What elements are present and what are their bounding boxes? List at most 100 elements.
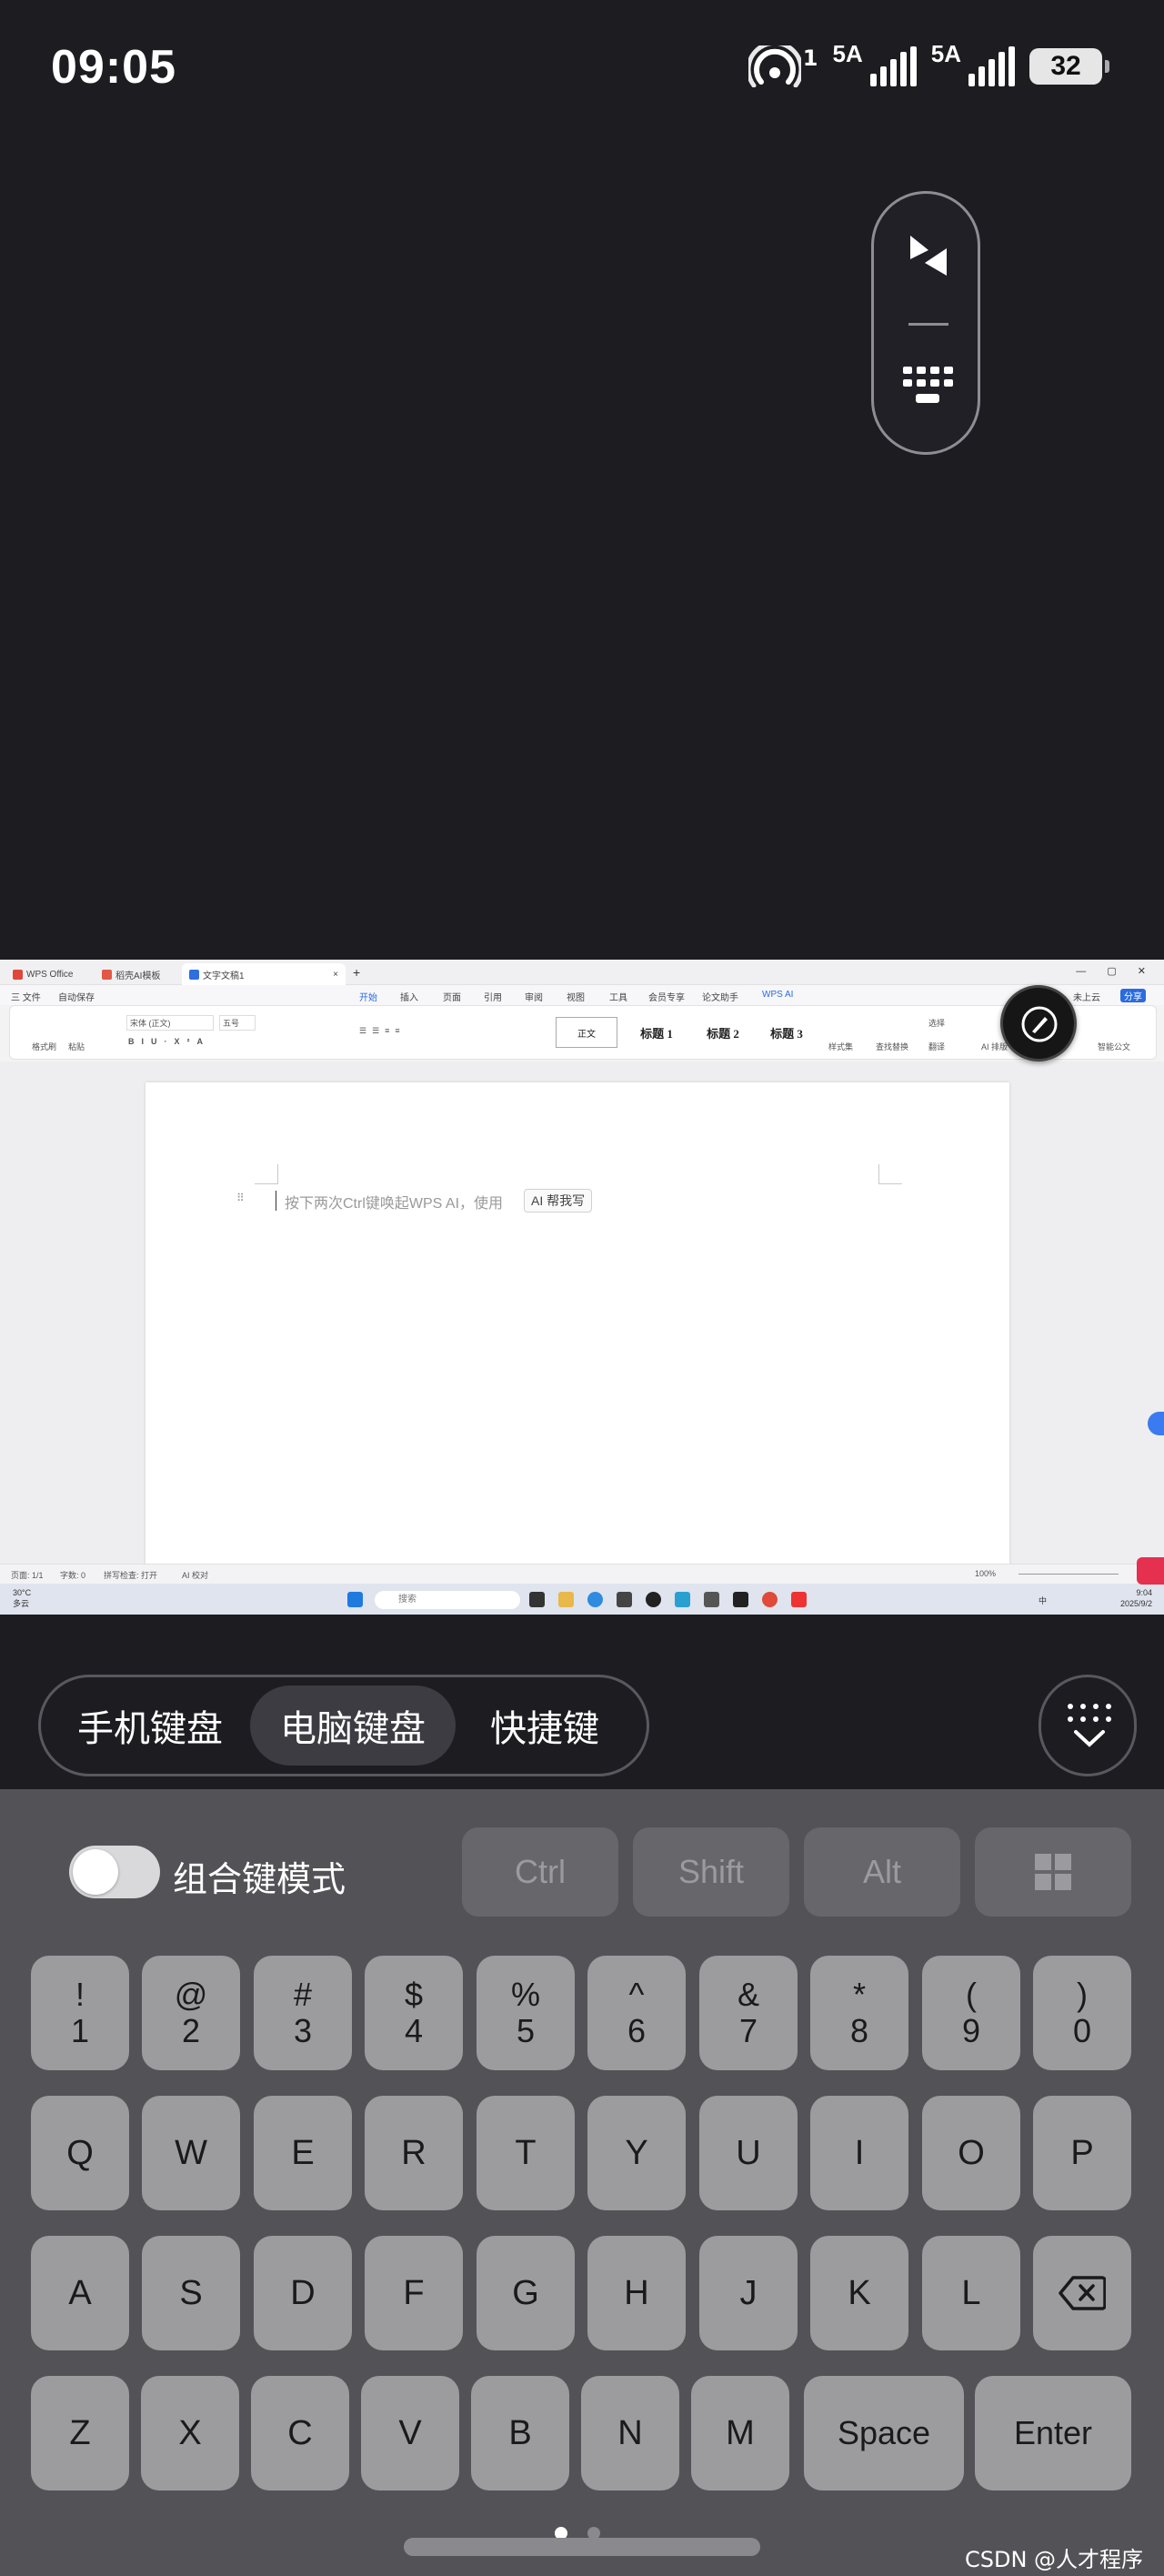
- style-heading3[interactable]: 标题 3: [758, 1017, 816, 1048]
- zoom-slider[interactable]: [1018, 1574, 1119, 1575]
- floating-control[interactable]: [871, 191, 980, 455]
- text-format-icons[interactable]: BIU·X²A: [128, 1037, 210, 1046]
- alt-key[interactable]: Alt: [804, 1827, 960, 1917]
- menu-page[interactable]: 页面: [443, 990, 461, 1003]
- find-replace-label[interactable]: 查找替换: [876, 1041, 908, 1052]
- key-6[interactable]: ^ 6: [587, 1956, 686, 2070]
- paragraph-icons[interactable]: ☰☰≡≡: [359, 1026, 406, 1036]
- key-n[interactable]: N: [581, 2376, 679, 2490]
- translate-label[interactable]: 翻译: [928, 1041, 945, 1052]
- task-view-icon[interactable]: [529, 1592, 545, 1607]
- font-name-select[interactable]: 宋体 (正文): [126, 1015, 214, 1031]
- shift-key[interactable]: Shift: [633, 1827, 789, 1917]
- key-p[interactable]: P: [1033, 2096, 1131, 2210]
- key-7[interactable]: & 7: [699, 1956, 798, 2070]
- ime-indicator[interactable]: 中: [1039, 1595, 1047, 1606]
- tab-document[interactable]: 文字文稿1 ×: [182, 963, 346, 985]
- key-x[interactable]: X: [141, 2376, 239, 2490]
- key-m[interactable]: M: [691, 2376, 789, 2490]
- font-size-select[interactable]: 五号: [219, 1015, 256, 1031]
- paste-label[interactable]: 粘贴: [68, 1041, 85, 1052]
- windows-key[interactable]: [975, 1827, 1131, 1917]
- taskbar-search[interactable]: 搜索: [375, 1591, 520, 1609]
- ai-proofread[interactable]: AI 校对: [182, 1569, 208, 1581]
- backspace-key[interactable]: [1033, 2236, 1131, 2350]
- key-v[interactable]: V: [361, 2376, 459, 2490]
- key-j[interactable]: J: [699, 2236, 798, 2350]
- key-a[interactable]: A: [31, 2236, 129, 2350]
- zoom-level[interactable]: 100%: [975, 1569, 996, 1578]
- enter-key[interactable]: Enter: [975, 2376, 1131, 2490]
- document-page[interactable]: [146, 1082, 1009, 1615]
- menu-tools[interactable]: 工具: [609, 990, 627, 1003]
- app-icon[interactable]: [704, 1592, 719, 1607]
- app-icon[interactable]: [675, 1592, 690, 1607]
- menu-paper[interactable]: 论文助手: [702, 990, 738, 1003]
- key-z[interactable]: Z: [31, 2376, 129, 2490]
- key-4[interactable]: $4: [365, 1956, 463, 2070]
- window-controls[interactable]: — ▢ ✕: [1076, 965, 1155, 977]
- remote-desktop-view[interactable]: WPS Office 稻壳AI模板 文字文稿1 × + — ▢ ✕ 三 文件 自动…: [0, 960, 1164, 1615]
- key-0[interactable]: ) 0: [1033, 1956, 1131, 2070]
- smart-doc-label[interactable]: 智能公文: [1098, 1041, 1130, 1052]
- menu-reference[interactable]: 引用: [484, 990, 502, 1003]
- style-normal[interactable]: 正文: [556, 1017, 617, 1048]
- key-d[interactable]: D: [254, 2236, 352, 2350]
- key-h[interactable]: H: [587, 2236, 686, 2350]
- key-e[interactable]: E: [254, 2096, 352, 2210]
- wps-icon[interactable]: [791, 1592, 807, 1607]
- key-b[interactable]: B: [471, 2376, 569, 2490]
- key-r[interactable]: R: [365, 2096, 463, 2210]
- side-app-icon[interactable]: [1137, 1557, 1164, 1585]
- hide-keyboard-button[interactable]: [1039, 1675, 1137, 1776]
- key-u[interactable]: U: [699, 2096, 798, 2210]
- chrome-icon[interactable]: [762, 1592, 778, 1607]
- menu-wps-ai[interactable]: WPS AI: [762, 990, 793, 1000]
- share-button[interactable]: 分享: [1120, 989, 1146, 1002]
- key-3[interactable]: #3: [254, 1956, 352, 2070]
- new-tab-icon[interactable]: +: [353, 965, 360, 980]
- menu-file[interactable]: 三 文件: [11, 990, 41, 1003]
- ctrl-key[interactable]: Ctrl: [462, 1827, 618, 1917]
- key-l[interactable]: L: [922, 2236, 1020, 2350]
- key-k[interactable]: K: [810, 2236, 908, 2350]
- keyboard-icon[interactable]: [901, 365, 954, 407]
- app-icon[interactable]: [733, 1592, 748, 1607]
- menu-view[interactable]: 视图: [567, 990, 585, 1003]
- key-o[interactable]: O: [922, 2096, 1020, 2210]
- key-s[interactable]: S: [142, 2236, 240, 2350]
- start-icon[interactable]: [347, 1592, 363, 1607]
- key-t[interactable]: T: [477, 2096, 575, 2210]
- tab-shortcuts[interactable]: 快捷键: [456, 1685, 634, 1766]
- taskbar-clock[interactable]: 9:04 2025/9/2: [1120, 1587, 1152, 1609]
- tab-pc-keyboard[interactable]: 电脑键盘: [250, 1685, 456, 1766]
- tab-phone-keyboard[interactable]: 手机键盘: [50, 1685, 250, 1766]
- key-5[interactable]: % 5: [477, 1956, 575, 2070]
- tab-wps-office[interactable]: WPS Office: [5, 963, 81, 985]
- home-indicator[interactable]: [404, 2538, 760, 2556]
- key-w[interactable]: W: [142, 2096, 240, 2210]
- style-set-label[interactable]: 样式集: [828, 1041, 853, 1052]
- key-g[interactable]: G: [477, 2236, 575, 2350]
- spellcheck-status[interactable]: 拼写检查: 打开: [104, 1569, 157, 1581]
- drag-handle-icon[interactable]: ⠿: [236, 1192, 245, 1204]
- key-1[interactable]: ! 1: [31, 1956, 129, 2070]
- key-9[interactable]: (9: [922, 1956, 1020, 2070]
- key-q[interactable]: Q: [31, 2096, 129, 2210]
- tab-templates[interactable]: 稻壳AI模板: [95, 963, 167, 985]
- autosave-toggle[interactable]: 自动保存: [58, 990, 95, 1003]
- key-f[interactable]: F: [365, 2236, 463, 2350]
- menu-member[interactable]: 会员专享: [648, 990, 685, 1003]
- key-8[interactable]: * 8: [810, 1956, 908, 2070]
- format-painter-label[interactable]: 格式刷: [32, 1041, 56, 1052]
- space-key[interactable]: Space: [804, 2376, 964, 2490]
- switch-direction-icon[interactable]: [905, 232, 952, 279]
- style-heading1[interactable]: 标题 1: [627, 1017, 687, 1048]
- ai-layout-label[interactable]: AI 排版: [981, 1041, 1008, 1052]
- weather-widget[interactable]: 30°C 多云: [13, 1587, 31, 1609]
- style-heading2[interactable]: 标题 2: [694, 1017, 752, 1048]
- key-2[interactable]: @2: [142, 1956, 240, 2070]
- remote-assist-button[interactable]: [1000, 985, 1077, 1062]
- menu-review[interactable]: 审阅: [525, 990, 543, 1003]
- combo-mode-toggle[interactable]: [69, 1846, 160, 1898]
